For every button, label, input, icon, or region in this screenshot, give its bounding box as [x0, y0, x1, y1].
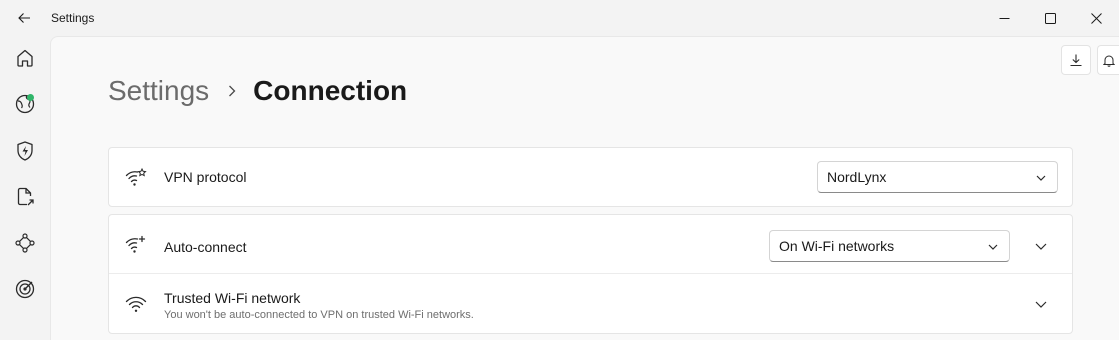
maximize-icon: [1044, 12, 1056, 24]
wifi-sparkle-icon: [125, 233, 147, 255]
title-bar: Settings: [0, 0, 1119, 36]
back-button[interactable]: [0, 0, 48, 36]
trusted-wifi-row[interactable]: Trusted Wi-Fi network You won't be auto-…: [109, 274, 1072, 334]
trusted-wifi-label: Trusted Wi-Fi network: [164, 290, 301, 306]
rail-item-dark-web-monitor[interactable]: [0, 269, 50, 309]
bell-icon: [1102, 55, 1115, 67]
auto-connect-value: On Wi-Fi networks: [779, 238, 895, 254]
minimize-button[interactable]: [981, 0, 1027, 36]
rail-item-file-share[interactable]: [0, 177, 50, 217]
chevron-down-icon: [1035, 243, 1047, 250]
vpn-protocol-row: VPN protocol NordLynx: [109, 148, 1072, 206]
target-icon: [15, 279, 35, 299]
vpn-protocol-value: NordLynx: [827, 169, 887, 185]
rail-item-threat-protection[interactable]: [0, 131, 50, 171]
wifi-star-icon: [125, 166, 147, 188]
breadcrumb-separator: [227, 84, 237, 98]
trusted-wifi-description: You won't be auto-connected to VPN on tr…: [164, 309, 474, 321]
close-button[interactable]: [1073, 0, 1119, 36]
window-title: Settings: [51, 11, 95, 25]
chevron-down-icon: [1036, 175, 1046, 181]
auto-connect-expand-button[interactable]: [1025, 230, 1057, 262]
trusted-wifi-expand-button[interactable]: [1025, 288, 1057, 320]
main-panel: Settings Connection VPN protocol NordLyn…: [50, 36, 1119, 340]
auto-connect-select[interactable]: On Wi-Fi networks: [769, 230, 1010, 262]
rail-item-meshnet[interactable]: [0, 223, 50, 263]
home-icon: [17, 49, 33, 67]
breadcrumb: Settings Connection: [108, 73, 407, 109]
vpn-protocol-card: VPN protocol NordLynx: [108, 147, 1073, 207]
meshnet-icon: [15, 233, 35, 253]
maximize-button[interactable]: [1027, 0, 1073, 36]
close-icon: [1090, 12, 1102, 24]
chevron-right-icon: [229, 85, 236, 97]
chevron-down-icon: [988, 244, 998, 250]
rail-item-home[interactable]: [0, 38, 50, 78]
auto-connect-row[interactable]: Auto-connect On Wi-Fi networks: [109, 215, 1072, 273]
auto-connect-label: Auto-connect: [164, 239, 247, 255]
chevron-down-icon: [1035, 301, 1047, 308]
rail-item-vpn[interactable]: [0, 84, 50, 124]
minimize-icon: [999, 17, 1009, 19]
vpn-protocol-select[interactable]: NordLynx: [817, 161, 1058, 193]
page-title: Connection: [253, 75, 408, 106]
arrow-left-icon: [18, 13, 30, 23]
side-rail: [0, 36, 50, 340]
download-icon: [1070, 54, 1082, 67]
notifications-button[interactable]: [1097, 45, 1119, 75]
auto-connect-card: Auto-connect On Wi-Fi networks Trusted W…: [108, 214, 1073, 334]
shield-bolt-icon: [17, 141, 33, 161]
wifi-icon: [125, 293, 147, 315]
download-button[interactable]: [1061, 45, 1091, 75]
vpn-protocol-label: VPN protocol: [164, 169, 247, 185]
connected-status-dot: [27, 94, 34, 101]
file-share-icon: [17, 187, 34, 206]
breadcrumb-parent[interactable]: Settings: [108, 75, 209, 107]
